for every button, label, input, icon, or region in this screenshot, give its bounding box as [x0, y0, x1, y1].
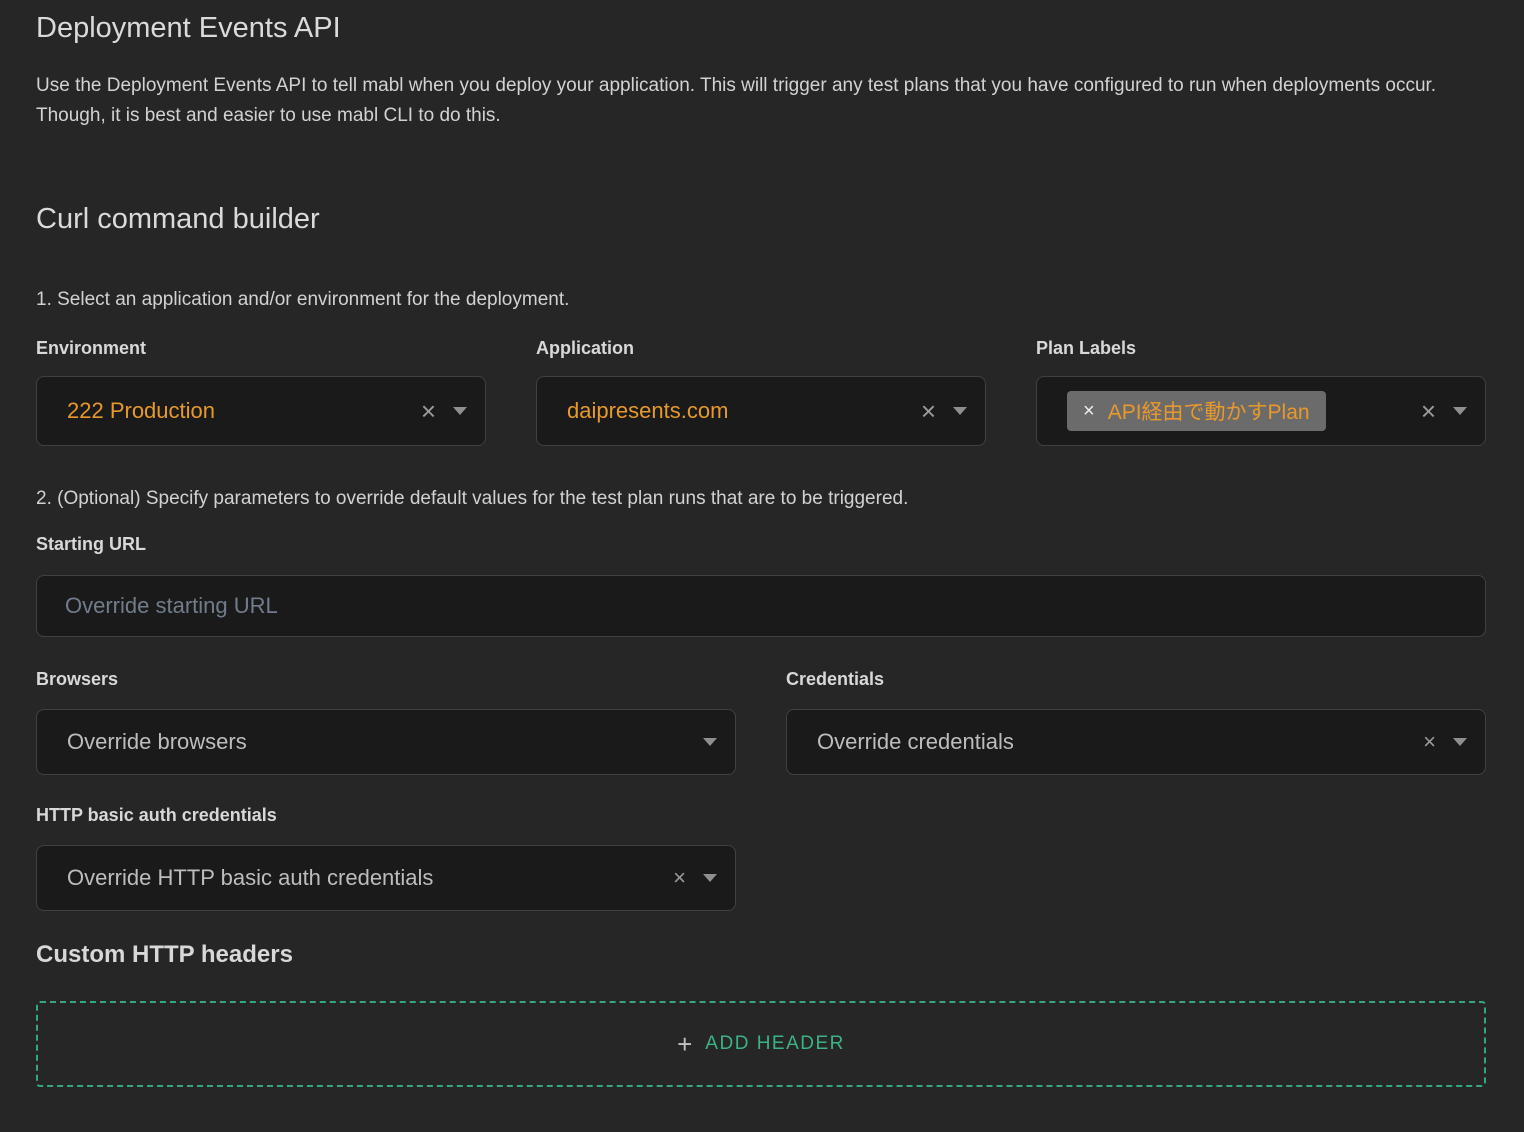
credentials-label: Credentials [786, 669, 1486, 690]
plan-labels-select[interactable]: × API経由で動かすPlan × [1036, 376, 1486, 446]
plan-label-chip[interactable]: × API経由で動かすPlan [1067, 391, 1326, 431]
http-basic-auth-indicators: × [673, 867, 717, 889]
page-title: Deployment Events API [36, 12, 1486, 45]
browsers-credentials-row: Browsers Override browsers Credentials O… [36, 669, 1486, 775]
step1-text: 1. Select an application and/or environm… [36, 289, 1486, 311]
chevron-down-icon[interactable] [1453, 407, 1467, 415]
http-basic-auth-placeholder: Override HTTP basic auth credentials [67, 865, 673, 891]
starting-url-input[interactable] [36, 575, 1486, 637]
clear-icon[interactable]: × [421, 398, 436, 424]
curl-builder-title: Curl command builder [36, 203, 1486, 236]
environment-indicators: × [421, 398, 467, 424]
environment-value: 222 Production [67, 398, 421, 424]
chevron-down-icon[interactable] [953, 407, 967, 415]
browsers-indicators [703, 738, 717, 746]
clear-icon[interactable]: × [1423, 731, 1436, 753]
plan-labels-indicators: × [1421, 398, 1467, 424]
clear-icon[interactable]: × [673, 867, 686, 889]
chip-remove-icon[interactable]: × [1083, 401, 1095, 421]
environment-select[interactable]: 222 Production × [36, 376, 486, 446]
chevron-down-icon[interactable] [1453, 738, 1467, 746]
custom-http-headers-title: Custom HTTP headers [36, 941, 1486, 969]
application-indicators: × [921, 398, 967, 424]
application-value: daipresents.com [567, 398, 921, 424]
clear-icon[interactable]: × [921, 398, 936, 424]
plan-labels-label: Plan Labels [1036, 338, 1486, 359]
application-label: Application [536, 338, 986, 359]
selectors-row: Environment 222 Production × Application… [36, 338, 1486, 446]
credentials-field: Credentials Override credentials × [786, 669, 1486, 775]
deployment-events-page: Deployment Events API Use the Deployment… [0, 0, 1524, 1132]
browsers-placeholder: Override browsers [67, 729, 703, 755]
http-basic-auth-select[interactable]: Override HTTP basic auth credentials × [36, 845, 736, 911]
environment-field: Environment 222 Production × [36, 338, 486, 446]
http-basic-auth-field: HTTP basic auth credentials Override HTT… [36, 805, 736, 911]
add-header-dropzone: + ADD HEADER [36, 1001, 1486, 1087]
environment-label: Environment [36, 338, 486, 359]
chevron-down-icon[interactable] [453, 407, 467, 415]
add-header-label: ADD HEADER [705, 1033, 845, 1055]
plus-icon: + [677, 1031, 692, 1057]
application-select[interactable]: daipresents.com × [536, 376, 986, 446]
credentials-indicators: × [1423, 731, 1467, 753]
chevron-down-icon[interactable] [703, 738, 717, 746]
plan-labels-chip-area: × API経由で動かすPlan [1053, 391, 1421, 431]
starting-url-label: Starting URL [36, 534, 1486, 555]
chip-label: API経由で動かすPlan [1108, 396, 1310, 426]
browsers-label: Browsers [36, 669, 736, 690]
chevron-down-icon[interactable] [703, 874, 717, 882]
clear-icon[interactable]: × [1421, 398, 1436, 424]
http-basic-auth-label: HTTP basic auth credentials [36, 805, 736, 826]
browsers-field: Browsers Override browsers [36, 669, 736, 775]
starting-url-field: Starting URL [36, 534, 1486, 637]
credentials-select[interactable]: Override credentials × [786, 709, 1486, 775]
page-description: Use the Deployment Events API to tell ma… [36, 71, 1486, 131]
step2-text: 2. (Optional) Specify parameters to over… [36, 488, 1486, 510]
credentials-placeholder: Override credentials [817, 729, 1423, 755]
application-field: Application daipresents.com × [536, 338, 986, 446]
browsers-select[interactable]: Override browsers [36, 709, 736, 775]
add-header-button[interactable]: + ADD HEADER [663, 1023, 859, 1065]
plan-labels-field: Plan Labels × API経由で動かすPlan × [1036, 338, 1486, 446]
